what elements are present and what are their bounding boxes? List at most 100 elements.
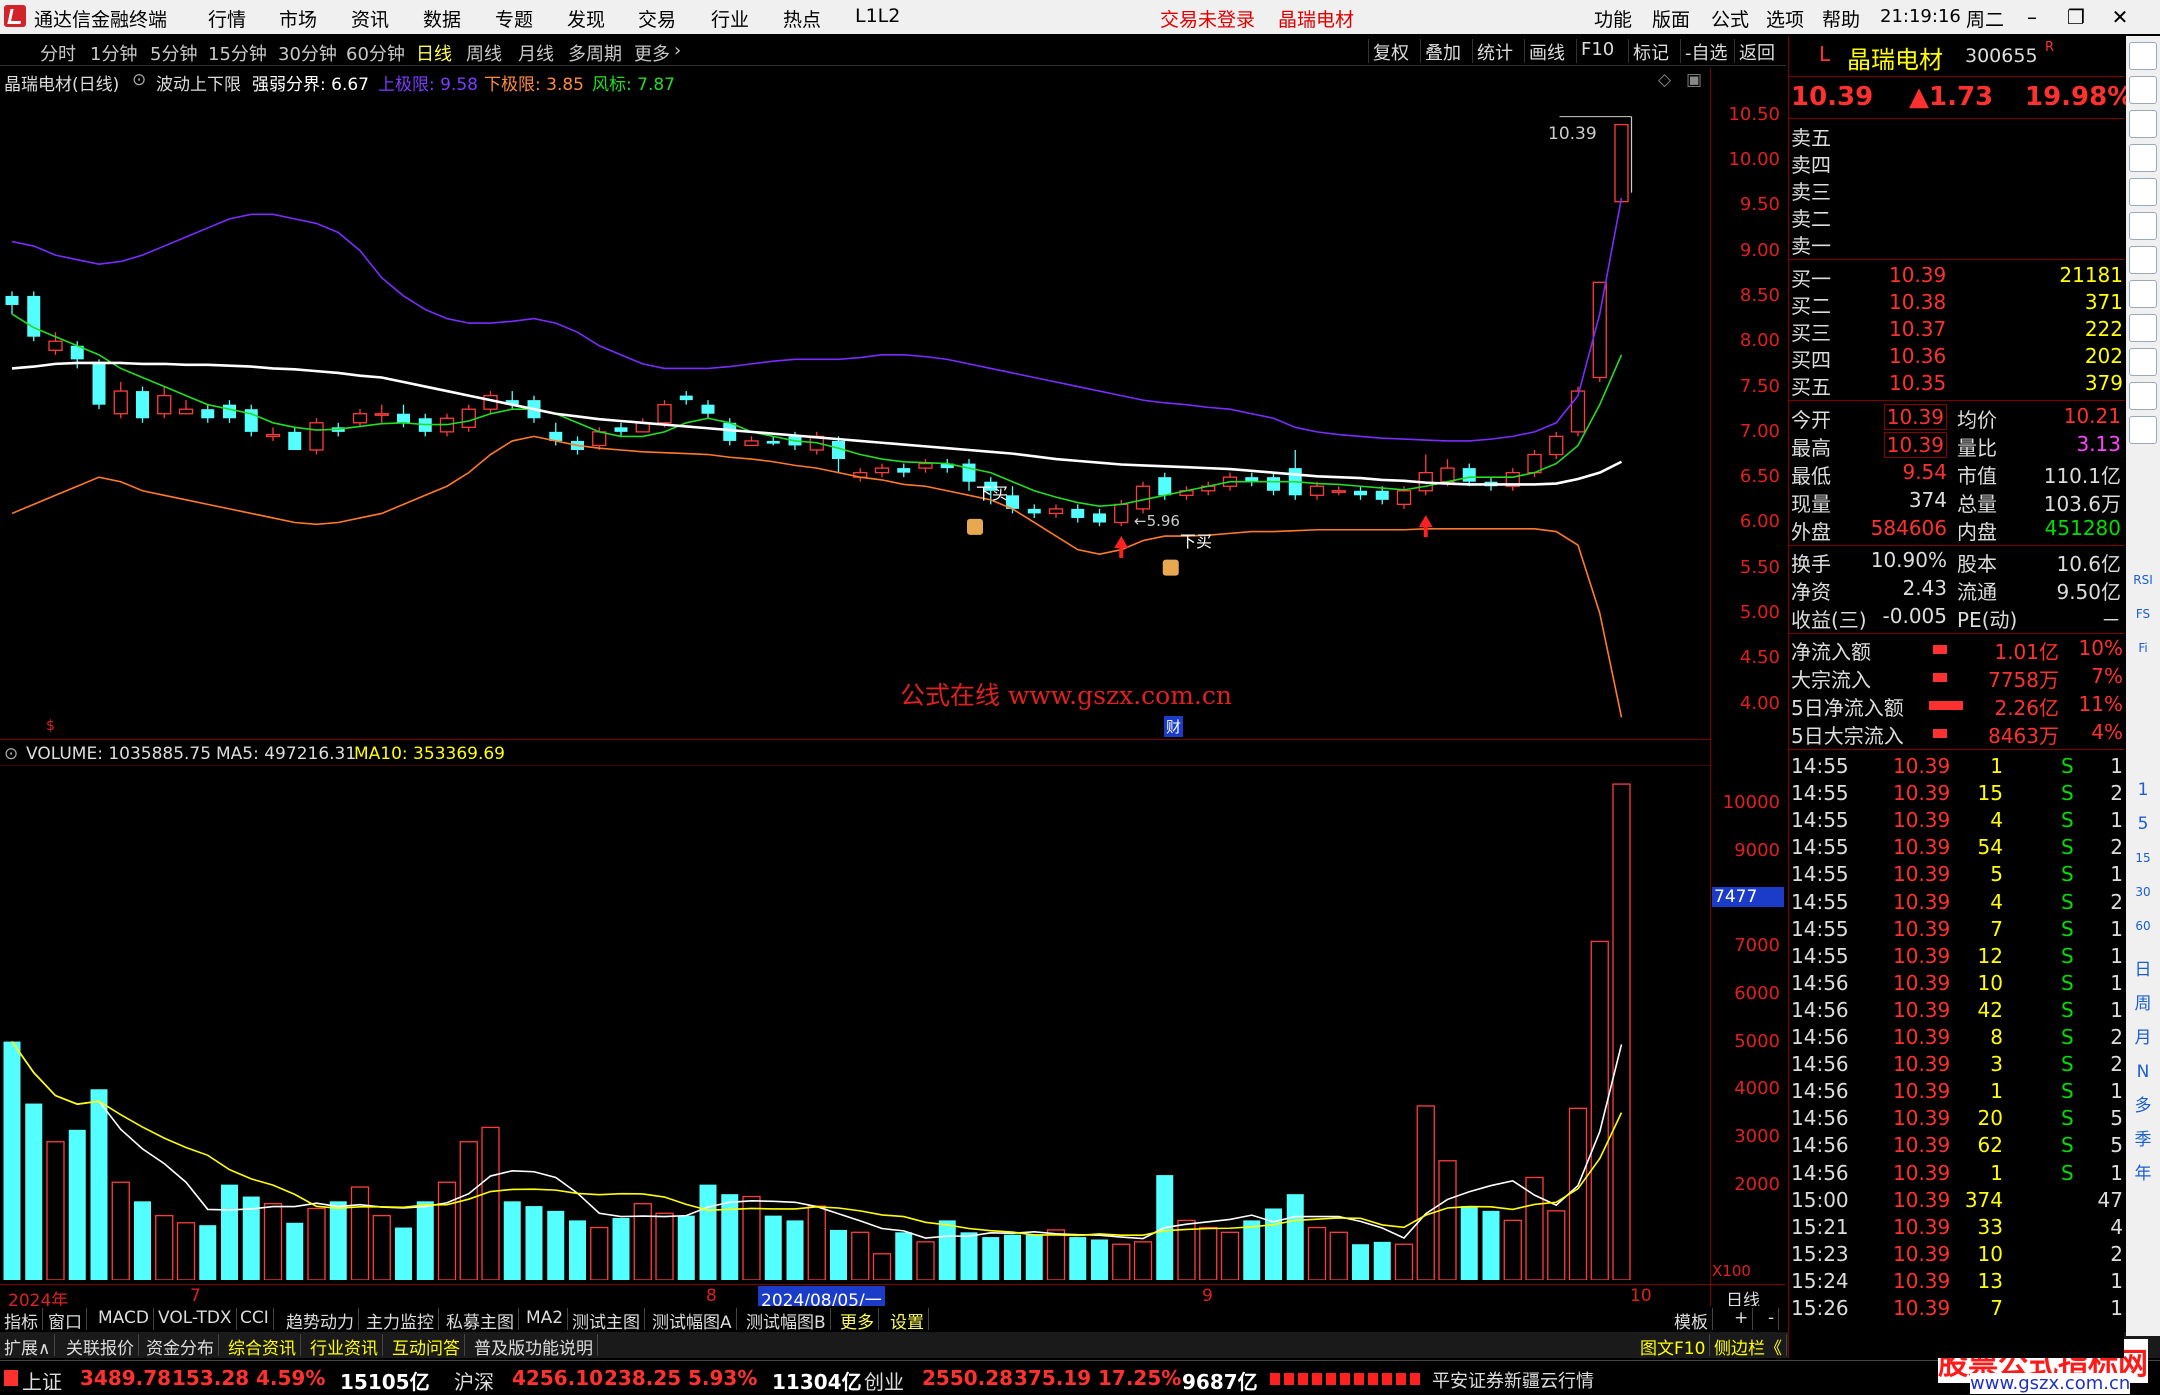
ask-row[interactable]: 卖二 <box>1791 203 2123 231</box>
volume-bar[interactable] <box>221 1184 238 1280</box>
clock-icon[interactable] <box>2129 416 2157 444</box>
price-axis[interactable]: 10.50 10.00 9.50 9.00 8.50 8.00 7.50 7.00 6.50 6.… <box>1710 68 1786 1308</box>
ask-row[interactable]: 卖三 <box>1791 176 2123 204</box>
volume-svg[interactable] <box>0 765 1710 1280</box>
volume-bar[interactable] <box>1112 1243 1131 1280</box>
extension-tab[interactable]: 资金分布 <box>142 1334 219 1359</box>
volume-bar[interactable] <box>764 1215 782 1280</box>
tick-row[interactable]: 14:55 10.39 7 S 1 <box>1791 917 2123 944</box>
tool-diejia[interactable]: 叠加 <box>1420 39 1465 64</box>
bid-row[interactable]: 买二 10.38 371 <box>1791 290 2123 318</box>
candle[interactable] <box>92 359 106 410</box>
volume-bar[interactable] <box>25 1103 43 1280</box>
volume-bar[interactable] <box>525 1206 543 1280</box>
candle[interactable] <box>679 391 693 405</box>
candle[interactable] <box>265 427 281 441</box>
indicator-tab[interactable]: 私募主图 <box>442 1308 519 1333</box>
candle[interactable] <box>178 400 194 415</box>
volume-bar[interactable] <box>1329 1231 1348 1280</box>
candle[interactable] <box>136 386 149 423</box>
volume-settings-icon[interactable]: ⊙ <box>4 744 18 764</box>
volume-bar[interactable] <box>437 1181 457 1280</box>
period-fenshi[interactable]: 分时 <box>40 40 76 65</box>
volume-bar[interactable] <box>1394 1243 1414 1280</box>
template-button[interactable]: + <box>1730 1308 1754 1330</box>
volume-bar[interactable] <box>1069 1237 1087 1280</box>
volume-bar[interactable] <box>851 1231 870 1280</box>
candle[interactable] <box>1331 486 1346 496</box>
tick-row[interactable]: 14:55 10.39 12 S 1 <box>1791 944 2123 971</box>
volume-bar[interactable] <box>1482 1210 1500 1280</box>
menu-banmian[interactable]: 版面 <box>1652 5 1690 32</box>
volume-bar[interactable] <box>633 1203 652 1280</box>
volume-bar[interactable] <box>1091 1239 1108 1280</box>
volume-bar[interactable] <box>1612 783 1631 1280</box>
menu-redian[interactable]: 热点 <box>783 5 821 32</box>
template-button[interactable]: - <box>1764 1308 1780 1330</box>
side-period-button[interactable]: FS <box>2129 600 2157 628</box>
candle[interactable] <box>309 418 324 455</box>
volume-bar[interactable] <box>1307 1226 1327 1280</box>
side-period-button[interactable]: 5 <box>2129 810 2157 838</box>
volume-bar[interactable] <box>1373 1241 1391 1280</box>
volume-bar[interactable] <box>176 1222 196 1280</box>
dollar-marker[interactable]: $ <box>46 718 55 734</box>
side-period-button[interactable]: 周 <box>2129 990 2157 1018</box>
volume-bar[interactable] <box>1133 1241 1153 1280</box>
ask-row[interactable]: 卖四 <box>1791 149 2123 177</box>
tool-fanhui[interactable]: 返回 <box>1734 39 1779 64</box>
index-name[interactable]: 上证 <box>22 1366 62 1395</box>
bid-row[interactable]: 买三 10.37 222 <box>1791 317 2123 345</box>
tick-row[interactable]: 15:00 10.39 374 47 <box>1791 1188 2123 1215</box>
side-period-button[interactable]: 年 <box>2129 1160 2157 1188</box>
volume-bar[interactable] <box>1503 1219 1522 1280</box>
bid-row[interactable]: 买五 10.35 379 <box>1791 371 2123 399</box>
volume-bar[interactable] <box>372 1214 391 1280</box>
candle[interactable] <box>288 427 302 450</box>
volume-bar[interactable] <box>416 1201 434 1280</box>
candle[interactable] <box>1505 468 1520 491</box>
side-period-button[interactable]: 月 <box>2129 1024 2157 1052</box>
sentiment-bars-icon[interactable] <box>1270 1373 1420 1385</box>
volume-bar[interactable] <box>895 1232 913 1280</box>
tick-row[interactable]: 14:56 10.39 8 S 2 <box>1791 1025 2123 1052</box>
ask-row[interactable]: 卖一 <box>1791 230 2123 258</box>
kline-icon[interactable] <box>2129 246 2157 274</box>
extension-tab[interactable]: 普及版功能说明 <box>470 1334 598 1359</box>
side-period-button[interactable]: 多 <box>2129 1092 2157 1120</box>
list2-icon[interactable] <box>2129 280 2157 308</box>
restore-icon[interactable]: ❐ <box>2056 2 2096 32</box>
volume-bar[interactable] <box>481 1126 500 1280</box>
volume-chart[interactable] <box>0 765 1710 1280</box>
back-icon[interactable] <box>2129 42 2157 70</box>
period-daily[interactable]: 日线 <box>416 40 452 65</box>
extension-tab[interactable]: 扩展∧ <box>0 1334 56 1359</box>
volume-bar[interactable] <box>590 1226 609 1280</box>
side-period-button[interactable]: 季 <box>2129 1126 2157 1154</box>
tick-row[interactable]: 14:56 10.39 1 S 1 <box>1791 1079 2123 1106</box>
indicator-tab[interactable]: MACD <box>94 1308 154 1330</box>
ask-row[interactable]: 卖五 <box>1791 122 2123 150</box>
tick-row[interactable]: 14:55 10.39 4 S 2 <box>1791 890 2123 917</box>
volume-bar[interactable] <box>286 1222 304 1280</box>
volume-bar[interactable] <box>1438 1160 1457 1280</box>
volume-bar[interactable] <box>134 1201 151 1280</box>
indicator-tab[interactable]: 指标 <box>0 1308 43 1333</box>
side-period-button[interactable]: RSI <box>2129 566 2157 594</box>
volume-bar[interactable] <box>830 1229 847 1280</box>
candle[interactable] <box>1549 431 1564 460</box>
chevron-right-icon[interactable]: › <box>674 40 681 62</box>
panel-tab[interactable]: 侧边栏《 <box>1710 1334 1787 1359</box>
tick-row[interactable]: 14:56 10.39 3 S 2 <box>1791 1052 2123 1079</box>
volume-bar[interactable] <box>46 1141 65 1280</box>
volume-bar[interactable] <box>1525 1176 1544 1280</box>
candle[interactable] <box>1267 472 1280 496</box>
candle[interactable] <box>201 404 215 423</box>
volume-bar[interactable] <box>1568 1107 1588 1280</box>
candle[interactable] <box>1201 481 1216 496</box>
indicator-tab[interactable]: 测试幅图A <box>648 1308 737 1333</box>
candle[interactable] <box>5 291 19 315</box>
extension-tab[interactable]: 关联报价 <box>62 1334 139 1359</box>
period-30min[interactable]: 30分钟 <box>278 40 337 65</box>
side-period-button[interactable]: 1 <box>2129 776 2157 804</box>
